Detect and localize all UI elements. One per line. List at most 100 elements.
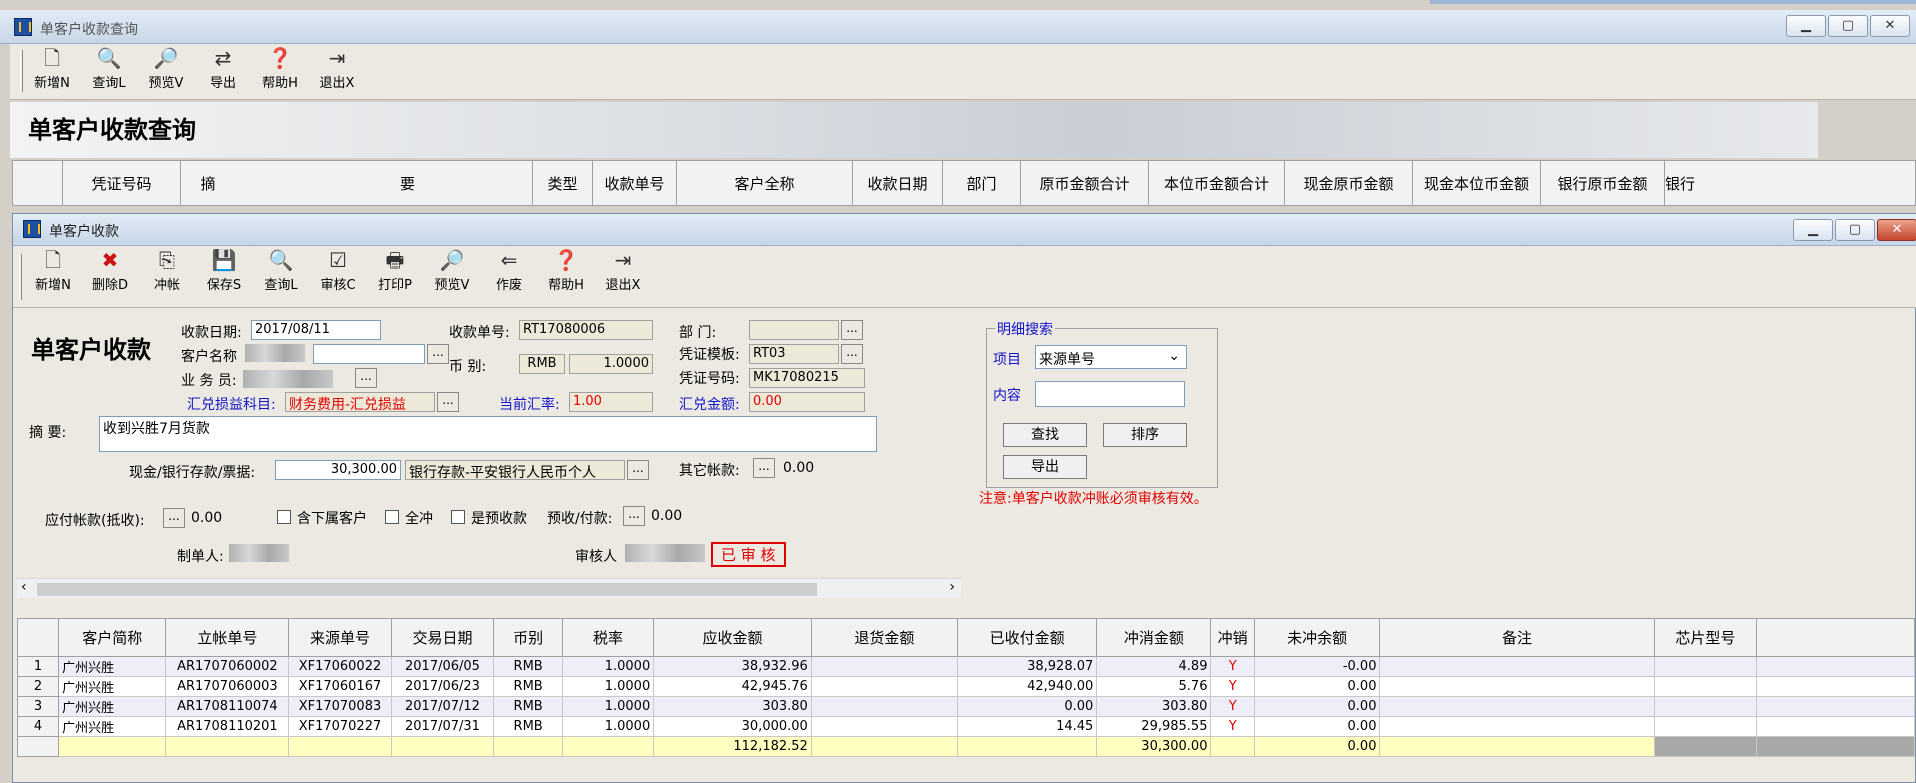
grid-cell[interactable]: 2017/06/23 xyxy=(390,676,495,697)
grid-cell[interactable]: 1.0000 xyxy=(561,656,655,677)
grid-cell[interactable] xyxy=(1756,716,1915,737)
grid-cell[interactable] xyxy=(1653,696,1758,717)
fg-btn-void[interactable]: ⇐ 作废 xyxy=(483,248,535,293)
grid-cell[interactable]: 广州兴胜 xyxy=(58,716,167,737)
grid-cell[interactable]: XF17070227 xyxy=(288,716,392,737)
bg-column-header[interactable]: 现金本位币金额 xyxy=(1413,161,1541,205)
fg-btn-help[interactable]: ❓ 帮助H xyxy=(540,248,592,293)
fg-btn-print[interactable]: 🖶 打印P xyxy=(369,248,421,293)
bg-column-header[interactable] xyxy=(13,161,63,205)
fg-btn-query[interactable]: 🔍 查询L xyxy=(255,248,307,293)
grid-column-header[interactable]: 立帐单号 xyxy=(165,618,290,657)
other-lookup-button[interactable]: ... xyxy=(753,458,775,478)
search-item-select[interactable]: 来源单号 ⌄ xyxy=(1035,345,1187,369)
grid-cell[interactable]: XF17060022 xyxy=(288,656,392,677)
grid-cell[interactable]: RMB xyxy=(493,656,563,677)
fx-subject-lookup-button[interactable]: ... xyxy=(437,392,459,412)
grid-cell[interactable] xyxy=(1756,696,1915,717)
grid-cell[interactable]: 2017/07/12 xyxy=(390,696,495,717)
grid-cell[interactable]: RMB xyxy=(493,676,563,697)
grid-cell[interactable] xyxy=(810,676,958,697)
grid-cell[interactable]: 303.80 xyxy=(653,696,812,717)
fg-btn-exit[interactable]: ⇥ 退出X xyxy=(597,248,649,293)
scroll-thumb[interactable] xyxy=(37,583,817,596)
bg-column-header[interactable]: 收款单号 xyxy=(593,161,677,205)
fg-btn-new-doc[interactable]: 🗋 新增N xyxy=(27,248,79,293)
grid-cell[interactable]: 14.45 xyxy=(956,716,1098,737)
find-button[interactable]: 查找 xyxy=(1003,423,1087,447)
bg-column-header[interactable]: 要 xyxy=(283,161,533,205)
customer-field[interactable] xyxy=(313,344,425,364)
date-field[interactable]: 2017/08/11 xyxy=(251,320,381,340)
grid-cell[interactable] xyxy=(1379,676,1655,697)
voucher-template-field[interactable]: RT03 xyxy=(749,344,839,364)
grid-cell[interactable] xyxy=(1756,656,1915,677)
bg-column-header[interactable]: 部门 xyxy=(943,161,1021,205)
table-row[interactable]: 2 广州兴胜 AR1707060003 XF17060167 2017/06/23 RMB… xyxy=(16,676,1915,697)
grid-cell[interactable] xyxy=(810,716,958,737)
grid-cell[interactable] xyxy=(1756,676,1915,697)
grid-cell[interactable]: 2 xyxy=(16,676,60,697)
grid-cell[interactable]: 0.00 xyxy=(1253,676,1381,697)
grid-cell[interactable]: Y xyxy=(1210,656,1255,677)
grid-cell[interactable]: 0.00 xyxy=(1253,716,1381,737)
grid-cell[interactable]: 广州兴胜 xyxy=(58,676,167,697)
maximize-button[interactable]: ▢ xyxy=(1835,219,1875,241)
grid-cell[interactable]: XF17070083 xyxy=(288,696,392,717)
grid-column-header[interactable] xyxy=(1756,618,1915,657)
dept-field[interactable] xyxy=(749,320,839,340)
bg-btn-new-doc[interactable]: 🗋 新增N xyxy=(26,46,78,91)
grid-column-header[interactable]: 来源单号 xyxy=(288,618,392,657)
bg-column-header[interactable]: 本位币金额合计 xyxy=(1149,161,1285,205)
grid-column-header[interactable]: 未冲余额 xyxy=(1253,618,1381,657)
grid-cell[interactable] xyxy=(810,696,958,717)
grid-cell[interactable] xyxy=(1653,716,1758,737)
payable-lookup-button[interactable]: ... xyxy=(163,508,185,528)
table-row[interactable]: 1 广州兴胜 AR1707060002 XF17060022 2017/06/05 RMB… xyxy=(16,656,1915,677)
maximize-button[interactable]: ▢ xyxy=(1828,15,1868,37)
scroll-right-icon[interactable]: › xyxy=(949,579,955,595)
summary-field[interactable]: 收到兴胜7月货款 xyxy=(99,416,877,452)
grid-cell[interactable]: Y xyxy=(1210,716,1255,737)
grid-column-header[interactable]: 客户简称 xyxy=(58,618,167,657)
grid-column-header[interactable]: 退货金额 xyxy=(810,618,958,657)
grid-cell[interactable] xyxy=(1653,676,1758,697)
grid-cell[interactable]: Y xyxy=(1210,696,1255,717)
currency-field[interactable]: RMB xyxy=(519,354,565,374)
grid-cell[interactable] xyxy=(1653,656,1758,677)
grid-cell[interactable]: 2017/06/05 xyxy=(390,656,495,677)
salesman-lookup-button[interactable]: ... xyxy=(355,368,377,388)
grid-cell[interactable]: 4.89 xyxy=(1096,656,1212,677)
grid-cell[interactable]: 1.0000 xyxy=(561,676,655,697)
fx-subject-field[interactable]: 财务费用-汇兑损益 xyxy=(285,392,435,412)
scroll-left-icon[interactable]: ‹ xyxy=(21,579,27,595)
grid-cell[interactable]: 广州兴胜 xyxy=(58,696,167,717)
grid-column-header[interactable]: 冲消金额 xyxy=(1096,618,1212,657)
cash-amount-field[interactable]: 30,300.00 xyxy=(275,460,401,480)
grid-cell[interactable]: AR1708110201 xyxy=(165,716,290,737)
bg-column-header[interactable]: 银行 xyxy=(1665,161,1916,205)
table-row[interactable]: 3 广州兴胜 AR1708110074 XF17070083 2017/07/12 RMB… xyxy=(16,696,1915,717)
grid-cell[interactable]: 1.0000 xyxy=(561,696,655,717)
grid-cell[interactable]: 42,945.76 xyxy=(653,676,812,697)
grid-cell[interactable]: Y xyxy=(1210,676,1255,697)
sort-button[interactable]: 排序 xyxy=(1103,423,1187,447)
table-row[interactable]: 4 广州兴胜 AR1708110201 XF17070227 2017/07/31 RMB… xyxy=(16,716,1915,737)
cash-account-lookup-button[interactable]: ... xyxy=(627,460,649,480)
grid-cell[interactable]: AR1707060002 xyxy=(165,656,290,677)
grid-column-header[interactable]: 已收付金额 xyxy=(956,618,1098,657)
close-button[interactable]: ✕ xyxy=(1870,15,1910,37)
grid-cell[interactable]: 29,985.55 xyxy=(1096,716,1212,737)
grid-column-header[interactable]: 芯片型号 xyxy=(1653,618,1758,657)
minimize-button[interactable]: ▁ xyxy=(1786,15,1826,37)
bg-column-header[interactable]: 原币金额合计 xyxy=(1021,161,1149,205)
bg-column-header[interactable]: 收款日期 xyxy=(853,161,943,205)
sub-customers-checkbox[interactable] xyxy=(277,510,291,524)
grid-cell[interactable]: 3 xyxy=(16,696,60,717)
fg-btn-preview[interactable]: 🔎 预览V xyxy=(426,248,478,293)
bg-column-header[interactable]: 现金原币金额 xyxy=(1285,161,1413,205)
cash-account-field[interactable]: 银行存款-平安银行人民币个人 xyxy=(405,460,625,480)
grid-cell[interactable]: XF17060167 xyxy=(288,676,392,697)
bg-column-header[interactable]: 客户全称 xyxy=(677,161,853,205)
grid-cell[interactable]: RMB xyxy=(493,696,563,717)
